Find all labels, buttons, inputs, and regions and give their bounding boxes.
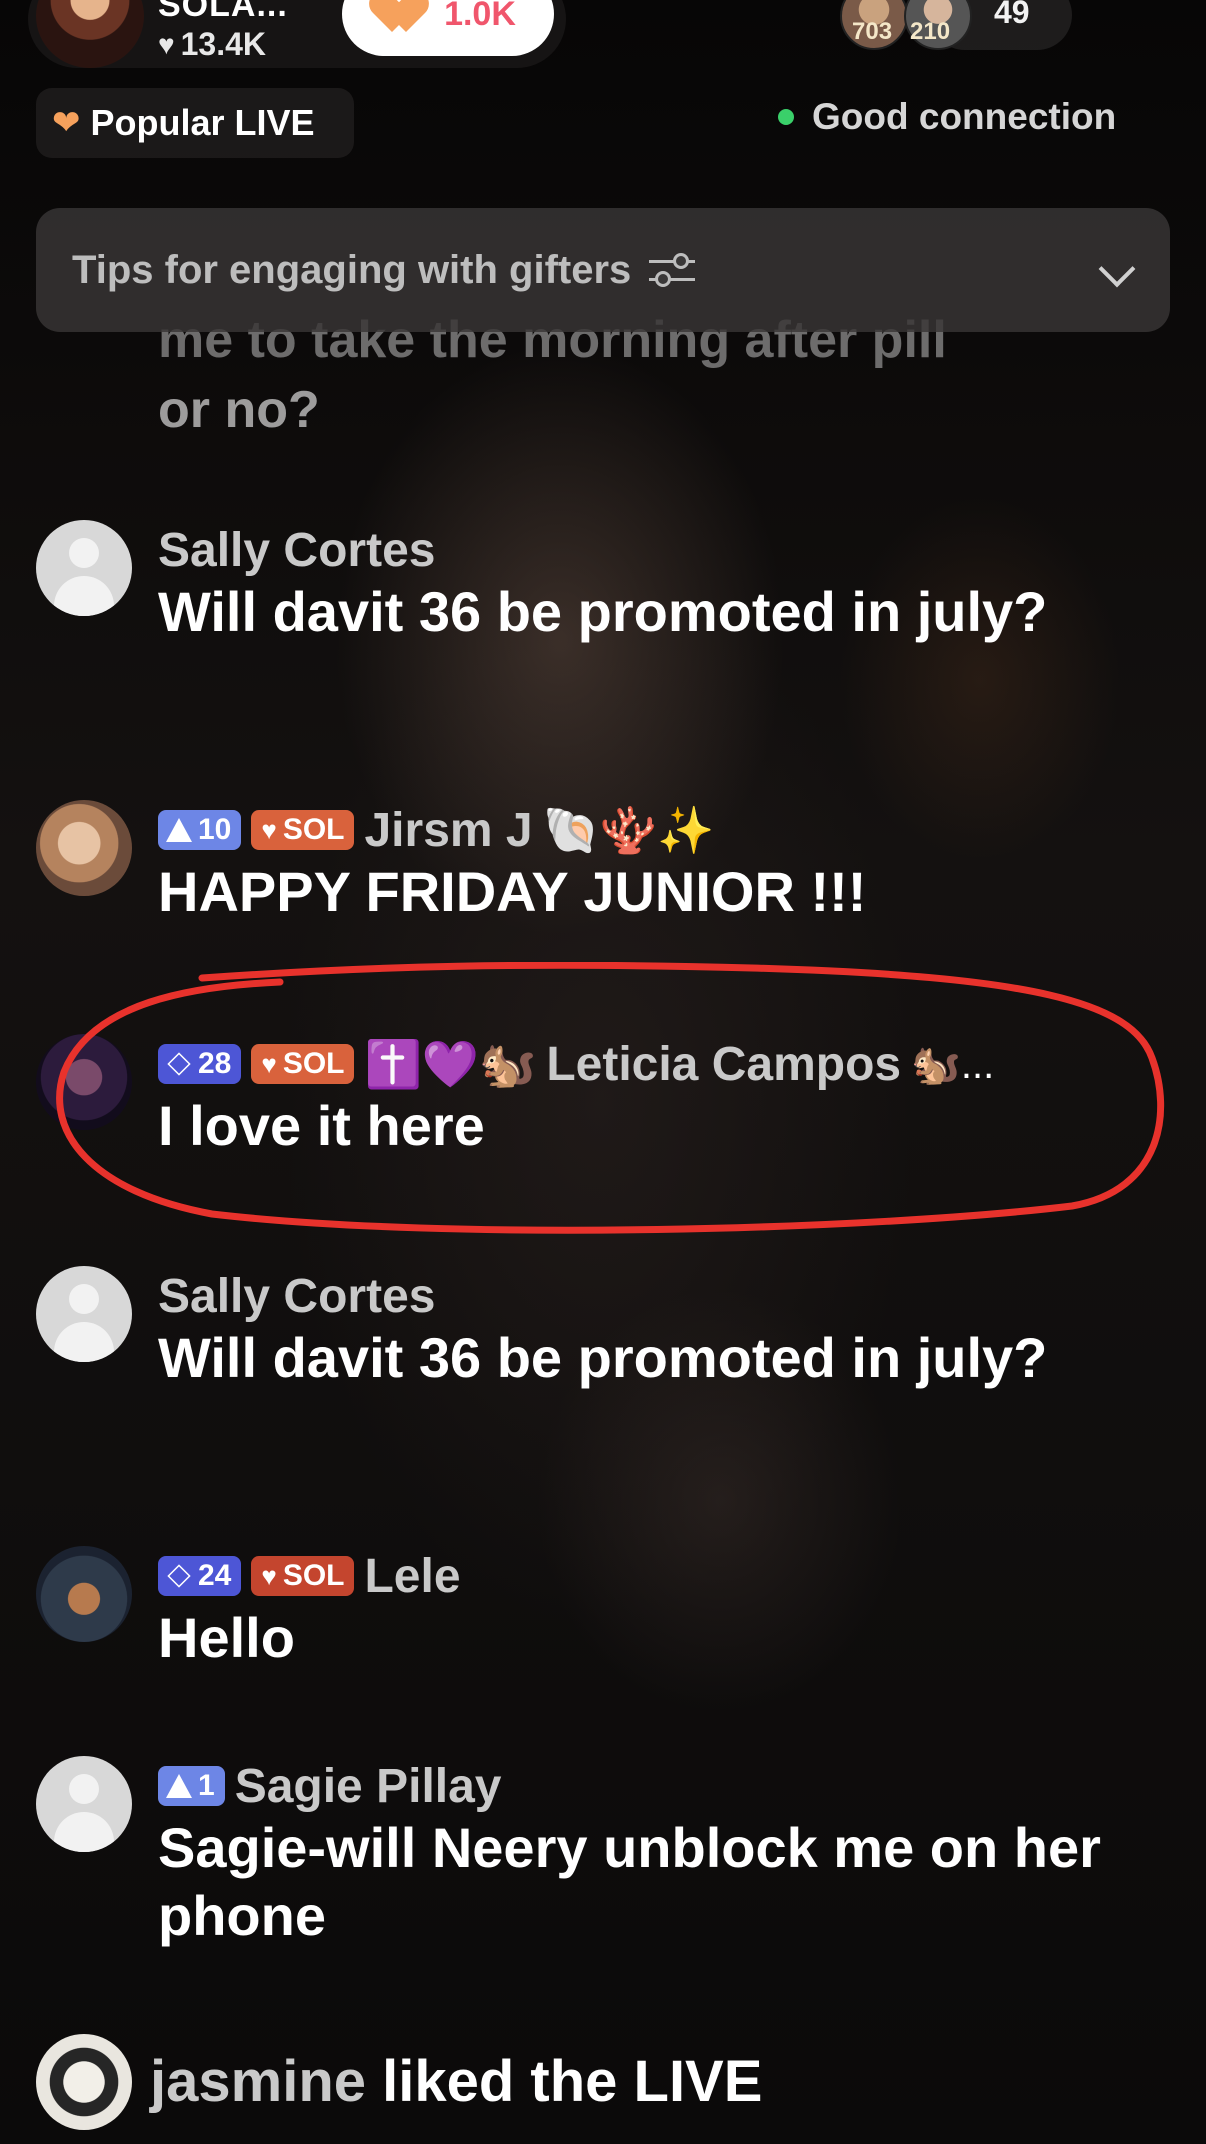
- avatar[interactable]: [36, 520, 132, 616]
- comment-username[interactable]: Sally Cortes: [158, 523, 435, 578]
- triangle-level-icon: [166, 1774, 192, 1798]
- comment-meta: Sally Cortes: [158, 1266, 435, 1326]
- avatar[interactable]: [36, 1266, 132, 1362]
- tips-banner[interactable]: Tips for engaging with gifters: [36, 208, 1170, 332]
- comment-meta: Sally Cortes: [158, 520, 435, 580]
- sol-badge: ♥ SOL: [251, 810, 355, 850]
- event-action: liked the LIVE: [366, 2049, 763, 2114]
- comment-meta: 10 ♥ SOL Jirsm J 🐚🪸✨: [158, 800, 714, 860]
- gift-heart-icon: [380, 0, 430, 36]
- comment-username[interactable]: Sally Cortes: [158, 1269, 435, 1324]
- heart-icon: ♥: [158, 28, 175, 60]
- viewer-badge-1: 703: [852, 18, 893, 45]
- status-dot-icon: [778, 109, 794, 125]
- host-likes: ♥ 13.4K: [158, 26, 266, 63]
- comment-text: Hello: [158, 1606, 295, 1669]
- connection-status: Good connection: [778, 96, 1116, 138]
- popular-live-badge[interactable]: ❤ Popular LIVE: [36, 88, 354, 158]
- gift-count: 1.0K: [444, 0, 516, 33]
- chevron-down-icon[interactable]: [1098, 250, 1136, 288]
- comment-text: HAPPY FRIDAY JUNIOR !!!: [158, 860, 867, 923]
- level-badge: 1: [158, 1766, 225, 1806]
- avatar[interactable]: [36, 2034, 132, 2130]
- level-number: 24: [198, 1559, 232, 1592]
- connection-status-text: Good connection: [812, 96, 1117, 137]
- avatar[interactable]: [36, 800, 132, 896]
- clipped-comment-line: or no?: [158, 381, 320, 439]
- comment-username[interactable]: Sagie Pillay: [235, 1759, 502, 1814]
- host-name: SOLA...: [158, 0, 288, 24]
- comment-text: Sagie-will Neery unblock me on her phone: [158, 1816, 1101, 1947]
- comment-meta: 1 Sagie Pillay: [158, 1756, 502, 1816]
- comment-meta: 24 ♥ SOL Lele: [158, 1546, 461, 1606]
- heart-icon: ♥: [261, 814, 277, 845]
- comment-text: Will davit 36 be promoted in july?: [158, 580, 1048, 643]
- heart-icon: ♥: [261, 1560, 277, 1591]
- level-badge: 24: [158, 1556, 242, 1596]
- diamond-level-icon: [166, 1565, 192, 1587]
- sol-label: SOL: [282, 813, 345, 846]
- level-number: 1: [198, 1769, 215, 1802]
- popular-live-label: Popular LIVE: [90, 102, 315, 143]
- gift-button[interactable]: 1.0K: [342, 0, 554, 56]
- sol-label: SOL: [282, 1559, 345, 1592]
- level-number: 10: [198, 813, 232, 846]
- red-highlight-circle: [56, 962, 1165, 1234]
- username-emojis: 🐚🪸✨: [542, 803, 715, 856]
- tips-label: Tips for engaging with gifters: [72, 247, 632, 292]
- viewer-total: 49: [994, 0, 1030, 30]
- triangle-level-icon: [166, 818, 192, 842]
- level-badge: 10: [158, 810, 242, 850]
- sliders-icon: [649, 250, 696, 290]
- sol-badge: ♥ SOL: [251, 1556, 355, 1596]
- comment-username[interactable]: Jirsm J: [364, 803, 532, 858]
- comment-text: Will davit 36 be promoted in july?: [158, 1326, 1048, 1389]
- live-like-event: jasmine liked the LIVE: [150, 2048, 762, 2115]
- viewer-badge-2: 210: [910, 18, 951, 45]
- avatar[interactable]: [36, 1756, 132, 1852]
- avatar[interactable]: [36, 1546, 132, 1642]
- event-username[interactable]: jasmine: [150, 2049, 366, 2114]
- host-likes-count: 13.4K: [180, 26, 267, 62]
- heart-icon: ❤: [52, 104, 81, 142]
- comment-username[interactable]: Lele: [364, 1549, 460, 1604]
